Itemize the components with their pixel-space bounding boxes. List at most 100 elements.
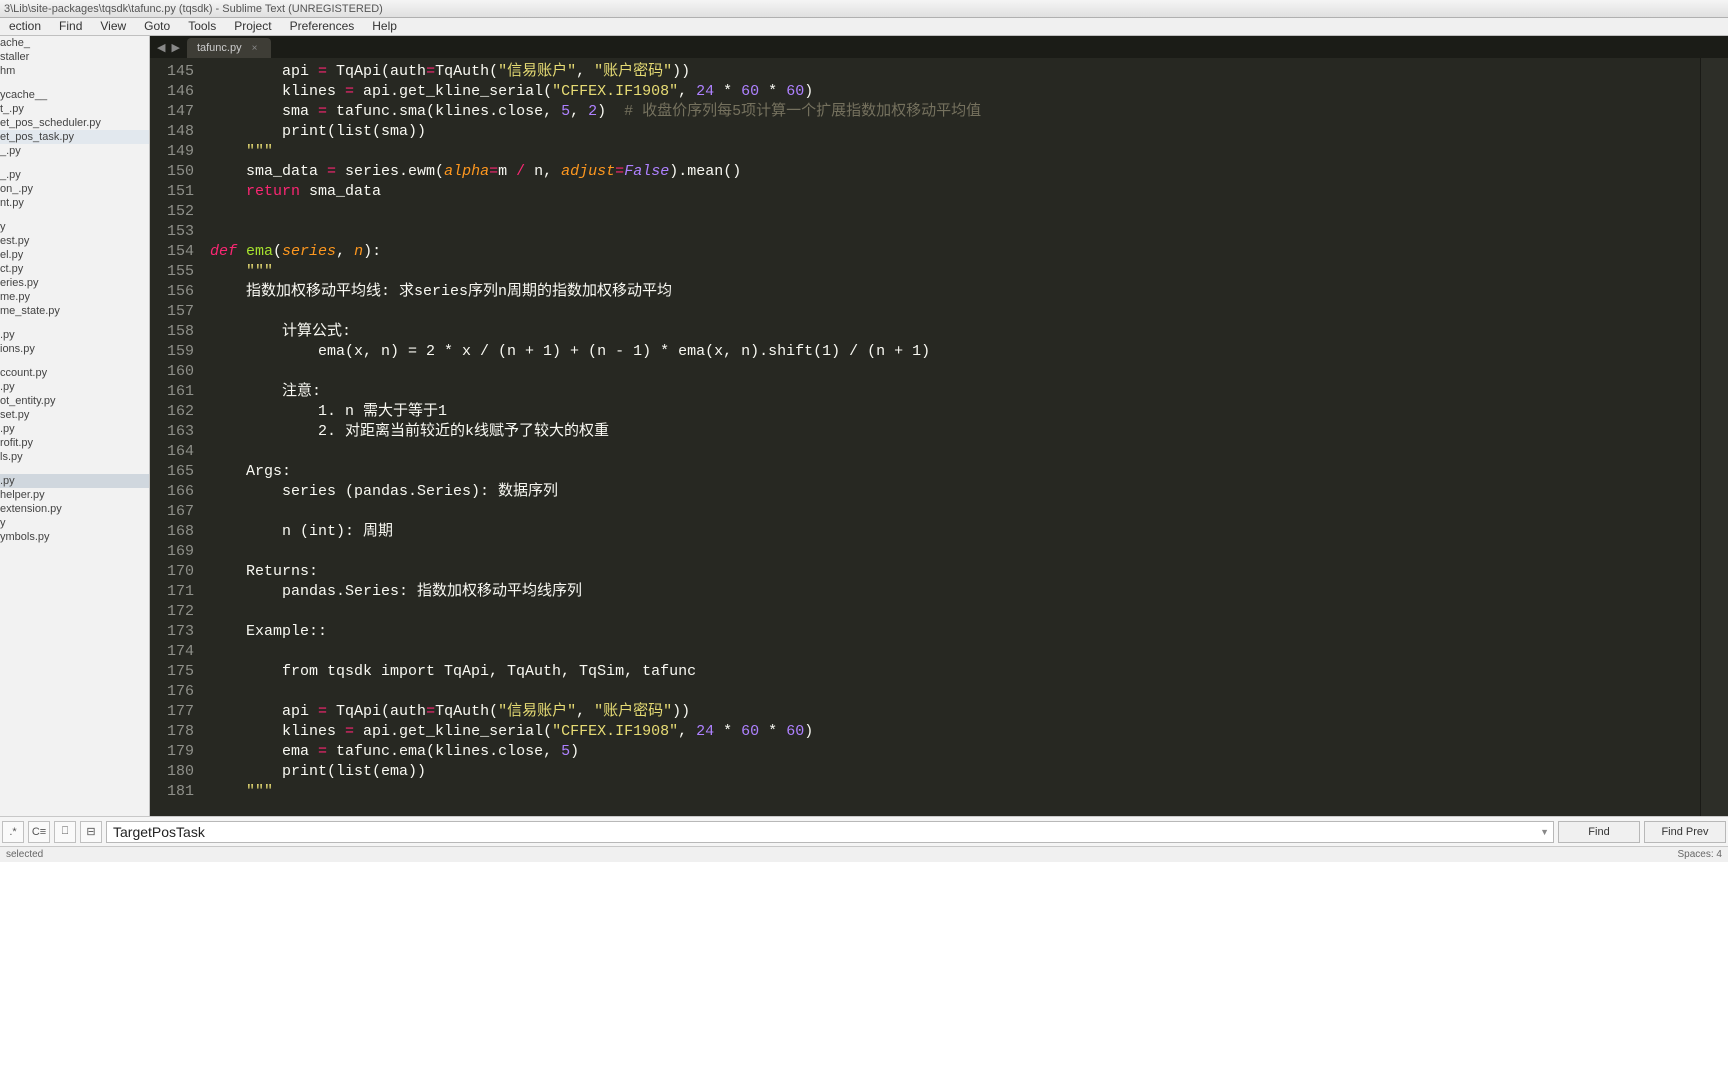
- code-line[interactable]: [210, 302, 1700, 322]
- code-line[interactable]: sma = tafunc.sma(klines.close, 5, 2) # 收…: [210, 102, 1700, 122]
- sidebar-item[interactable]: set.py: [0, 408, 149, 422]
- code-line[interactable]: 1. n 需大于等于1: [210, 402, 1700, 422]
- code-line[interactable]: [210, 222, 1700, 242]
- sidebar-item[interactable]: .py: [0, 474, 149, 488]
- find-option-2[interactable]: ⎕: [54, 821, 76, 843]
- find-option-0[interactable]: .*: [2, 821, 24, 843]
- sidebar-item[interactable]: extension.py: [0, 502, 149, 516]
- sidebar-item[interactable]: staller: [0, 50, 149, 64]
- menu-tools[interactable]: Tools: [179, 18, 225, 35]
- line-number: 154: [150, 242, 194, 262]
- find-option-3[interactable]: ⊟: [80, 821, 102, 843]
- code-line[interactable]: [210, 642, 1700, 662]
- tab-bar: ◀ ▶ tafunc.py ×: [150, 36, 1728, 58]
- minimap[interactable]: [1700, 58, 1728, 816]
- sidebar-item[interactable]: ycache__: [0, 88, 149, 102]
- code-line[interactable]: """: [210, 142, 1700, 162]
- code-line[interactable]: Example::: [210, 622, 1700, 642]
- code-line[interactable]: klines = api.get_kline_serial("CFFEX.IF1…: [210, 722, 1700, 742]
- code-line[interactable]: 2. 对距离当前较近的k线赋予了较大的权重: [210, 422, 1700, 442]
- code-body[interactable]: api = TqApi(auth=TqAuth("信易账户", "账户密码"))…: [210, 58, 1700, 816]
- sidebar-item[interactable]: ct.py: [0, 262, 149, 276]
- sidebar-item[interactable]: hm: [0, 64, 149, 78]
- code-line[interactable]: series (pandas.Series): 数据序列: [210, 482, 1700, 502]
- sidebar-item[interactable]: rofit.py: [0, 436, 149, 450]
- menu-view[interactable]: View: [91, 18, 135, 35]
- code-line[interactable]: Returns:: [210, 562, 1700, 582]
- sidebar-item[interactable]: ions.py: [0, 342, 149, 356]
- code-line[interactable]: n (int): 周期: [210, 522, 1700, 542]
- code-line[interactable]: api = TqApi(auth=TqAuth("信易账户", "账户密码")): [210, 62, 1700, 82]
- sidebar-item[interactable]: t_.py: [0, 102, 149, 116]
- code-line[interactable]: """: [210, 262, 1700, 282]
- sidebar-item[interactable]: .py: [0, 328, 149, 342]
- code-line[interactable]: return sma_data: [210, 182, 1700, 202]
- code-line[interactable]: 注意:: [210, 382, 1700, 402]
- dropdown-icon[interactable]: ▼: [1540, 827, 1549, 837]
- code-line[interactable]: sma_data = series.ewm(alpha=m / n, adjus…: [210, 162, 1700, 182]
- find-button-find[interactable]: Find: [1558, 821, 1640, 843]
- find-option-1[interactable]: C≡: [28, 821, 50, 843]
- code-line[interactable]: """: [210, 782, 1700, 802]
- sidebar-item[interactable]: helper.py: [0, 488, 149, 502]
- code-line[interactable]: [210, 502, 1700, 522]
- sidebar-item[interactable]: .py: [0, 380, 149, 394]
- code-line[interactable]: ema(x, n) = 2 * x / (n + 1) + (n - 1) * …: [210, 342, 1700, 362]
- status-bar: selected Spaces: 4: [0, 846, 1728, 862]
- line-number: 158: [150, 322, 194, 342]
- code-line[interactable]: api = TqApi(auth=TqAuth("信易账户", "账户密码")): [210, 702, 1700, 722]
- sidebar-item[interactable]: est.py: [0, 234, 149, 248]
- tab-tafunc[interactable]: tafunc.py ×: [187, 38, 271, 58]
- status-item[interactable]: Spaces: 4: [1678, 847, 1722, 862]
- sidebar-item[interactable]: me.py: [0, 290, 149, 304]
- line-number: 145: [150, 62, 194, 82]
- sidebar-item[interactable]: eries.py: [0, 276, 149, 290]
- code-line[interactable]: [210, 542, 1700, 562]
- code-line[interactable]: [210, 682, 1700, 702]
- sidebar-item[interactable]: on_.py: [0, 182, 149, 196]
- code-line[interactable]: Args:: [210, 462, 1700, 482]
- code-line[interactable]: def ema(series, n):: [210, 242, 1700, 262]
- code-line[interactable]: [210, 442, 1700, 462]
- menu-help[interactable]: Help: [363, 18, 406, 35]
- code-line[interactable]: pandas.Series: 指数加权移动平均线序列: [210, 582, 1700, 602]
- sidebar-item[interactable]: ccount.py: [0, 366, 149, 380]
- menu-find[interactable]: Find: [50, 18, 91, 35]
- code-editor[interactable]: 1451461471481491501511521531541551561571…: [150, 58, 1728, 816]
- code-line[interactable]: [210, 362, 1700, 382]
- sidebar-item[interactable]: _.py: [0, 144, 149, 158]
- code-line[interactable]: print(list(sma)): [210, 122, 1700, 142]
- code-line[interactable]: ema = tafunc.ema(klines.close, 5): [210, 742, 1700, 762]
- sidebar-item[interactable]: y: [0, 516, 149, 530]
- menu-project[interactable]: Project: [225, 18, 280, 35]
- sidebar-item[interactable]: ot_entity.py: [0, 394, 149, 408]
- menu-goto[interactable]: Goto: [135, 18, 179, 35]
- code-line[interactable]: from tqsdk import TqApi, TqAuth, TqSim, …: [210, 662, 1700, 682]
- status-left: selected: [6, 847, 43, 862]
- close-icon[interactable]: ×: [252, 43, 258, 54]
- sidebar[interactable]: ache_stallerhm ycache__t_.pyet_pos_schedu…: [0, 36, 150, 816]
- find-button-find-prev[interactable]: Find Prev: [1644, 821, 1726, 843]
- sidebar-item[interactable]: et_pos_scheduler.py: [0, 116, 149, 130]
- sidebar-item[interactable]: .py: [0, 422, 149, 436]
- sidebar-item[interactable]: ymbols.py: [0, 530, 149, 544]
- sidebar-item[interactable]: y: [0, 220, 149, 234]
- code-line[interactable]: klines = api.get_kline_serial("CFFEX.IF1…: [210, 82, 1700, 102]
- sidebar-item[interactable]: me_state.py: [0, 304, 149, 318]
- sidebar-item[interactable]: el.py: [0, 248, 149, 262]
- code-line[interactable]: [210, 602, 1700, 622]
- code-line[interactable]: 指数加权移动平均线: 求series序列n周期的指数加权移动平均: [210, 282, 1700, 302]
- sidebar-item[interactable]: _.py: [0, 168, 149, 182]
- sidebar-item[interactable]: ls.py: [0, 450, 149, 464]
- sidebar-item[interactable]: et_pos_task.py: [0, 130, 149, 144]
- menu-preferences[interactable]: Preferences: [281, 18, 364, 35]
- menu-ection[interactable]: ection: [0, 18, 50, 35]
- sidebar-item[interactable]: nt.py: [0, 196, 149, 210]
- code-line[interactable]: [210, 202, 1700, 222]
- nav-forward-icon[interactable]: ▶: [168, 41, 182, 54]
- code-line[interactable]: 计算公式:: [210, 322, 1700, 342]
- code-line[interactable]: print(list(ema)): [210, 762, 1700, 782]
- find-input[interactable]: TargetPosTask▼: [106, 821, 1554, 843]
- sidebar-item[interactable]: ache_: [0, 36, 149, 50]
- nav-back-icon[interactable]: ◀: [154, 41, 168, 54]
